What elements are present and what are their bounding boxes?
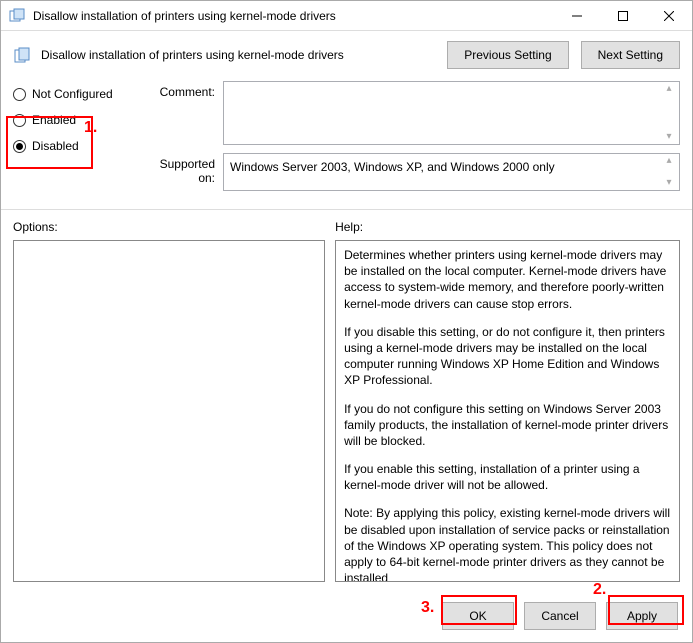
help-paragraph: If you enable this setting, installation… xyxy=(344,461,671,493)
options-pane[interactable] xyxy=(13,240,325,582)
radio-disabled[interactable]: Disabled xyxy=(13,139,143,153)
apply-button[interactable]: Apply xyxy=(606,602,678,630)
lower-section: Options: Help: Determines whether printe… xyxy=(1,210,692,592)
settings-section: Not Configured Enabled Disabled Comment:… xyxy=(1,75,692,210)
next-setting-button[interactable]: Next Setting xyxy=(581,41,680,69)
cancel-button[interactable]: Cancel xyxy=(524,602,596,630)
radio-icon xyxy=(13,140,26,153)
maximize-button[interactable] xyxy=(600,1,646,31)
previous-setting-button[interactable]: Previous Setting xyxy=(447,41,568,69)
radio-not-configured[interactable]: Not Configured xyxy=(13,87,143,101)
help-paragraph: If you disable this setting, or do not c… xyxy=(344,324,671,389)
comment-label: Comment: xyxy=(143,81,223,145)
policy-icon xyxy=(13,46,31,64)
help-pane[interactable]: Determines whether printers using kernel… xyxy=(335,240,680,582)
ok-button[interactable]: OK xyxy=(442,602,514,630)
dialog-window: Disallow installation of printers using … xyxy=(0,0,693,643)
help-paragraph: Note: By applying this policy, existing … xyxy=(344,505,671,582)
scrollbar[interactable]: ▴ ▾ xyxy=(661,156,677,188)
policy-title: Disallow installation of printers using … xyxy=(41,48,435,62)
window-title: Disallow installation of printers using … xyxy=(33,9,554,23)
minimize-button[interactable] xyxy=(554,1,600,31)
radio-label: Not Configured xyxy=(32,87,113,101)
radio-icon xyxy=(13,114,26,127)
comment-textarea[interactable]: ▴ ▾ xyxy=(223,81,680,145)
close-button[interactable] xyxy=(646,1,692,31)
header-row: Disallow installation of printers using … xyxy=(1,31,692,75)
supported-on-value: Windows Server 2003, Windows XP, and Win… xyxy=(228,158,675,176)
options-label: Options: xyxy=(13,220,325,234)
radio-icon xyxy=(13,88,26,101)
scroll-down-icon: ▾ xyxy=(666,178,671,188)
supported-on-label: Supported on: xyxy=(143,153,223,191)
dialog-footer: OK Cancel Apply xyxy=(1,592,692,642)
scroll-up-icon: ▴ xyxy=(666,84,671,94)
scroll-down-icon: ▾ xyxy=(666,132,671,142)
radio-label: Enabled xyxy=(32,113,76,127)
state-radios: Not Configured Enabled Disabled xyxy=(13,81,143,199)
scrollbar[interactable]: ▴ ▾ xyxy=(661,84,677,142)
scroll-up-icon: ▴ xyxy=(666,156,671,166)
help-label: Help: xyxy=(335,220,680,234)
titlebar: Disallow installation of printers using … xyxy=(1,1,692,31)
app-icon xyxy=(9,8,25,24)
help-paragraph: Determines whether printers using kernel… xyxy=(344,247,671,312)
window-controls xyxy=(554,1,692,31)
radio-enabled[interactable]: Enabled xyxy=(13,113,143,127)
radio-label: Disabled xyxy=(32,139,79,153)
help-paragraph: If you do not configure this setting on … xyxy=(344,401,671,450)
supported-on-box: Windows Server 2003, Windows XP, and Win… xyxy=(223,153,680,191)
